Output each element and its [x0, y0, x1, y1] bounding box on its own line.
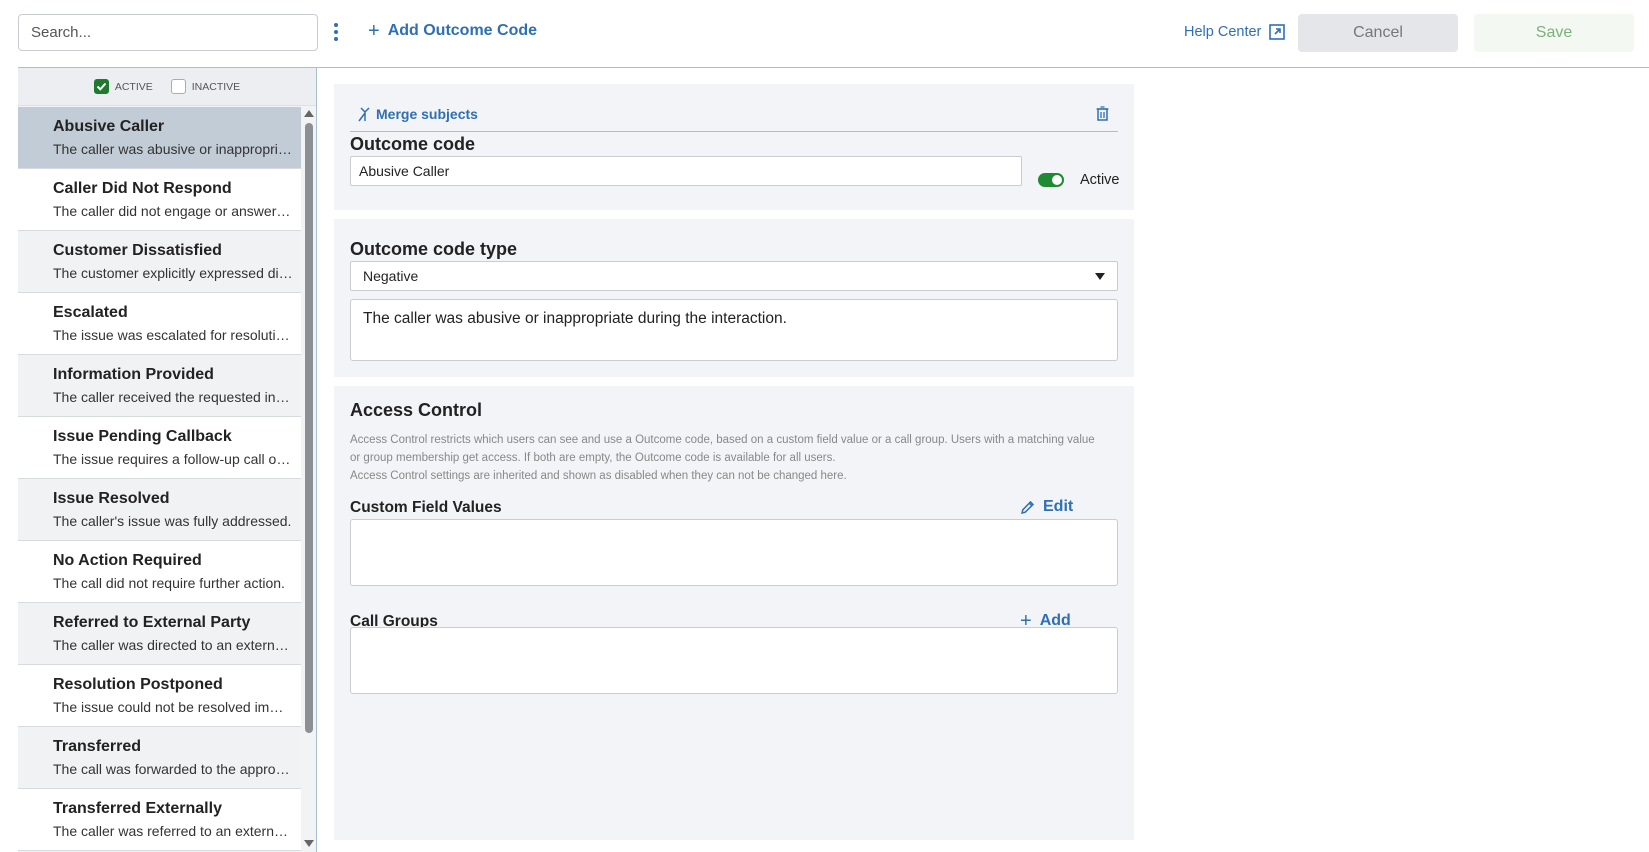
scroll-up-arrow-icon[interactable] [304, 110, 314, 117]
list-item[interactable]: Caller Did Not Respond The caller did not… [18, 169, 301, 231]
merge-icon [358, 107, 370, 122]
dropdown-caret-icon [1095, 272, 1105, 280]
list-item-title: Information Provided [53, 366, 214, 383]
list-item-description: The issue was escalated for resolution. [53, 327, 293, 343]
list-item[interactable]: No Action Required The call did not requi… [18, 541, 301, 603]
list-item-title: Caller Did Not Respond [53, 180, 232, 197]
call-groups-box[interactable] [350, 627, 1118, 694]
list-item-description: The caller did not engage or answer the … [53, 203, 293, 219]
edit-label: Edit [1043, 498, 1074, 515]
access-control-title: Access Control [350, 400, 483, 420]
scroll-down-arrow-icon[interactable] [304, 840, 314, 847]
list-item-description: The call did not require further action. [53, 575, 285, 591]
access-control-panel: Access Control Access Control restricts … [334, 386, 1134, 840]
list-scrollbar[interactable] [303, 107, 315, 852]
cancel-button[interactable]: Cancel [1298, 14, 1458, 52]
list-item-title: Issue Pending Callback [53, 428, 232, 445]
inactive-filter-label: INACTIVE [191, 80, 241, 93]
description-textarea[interactable]: The caller was abusive or inappropriate … [350, 299, 1118, 361]
external-link-icon [1269, 24, 1286, 40]
help-center-link[interactable]: Help Center [1184, 24, 1286, 40]
list-item-description: The caller was referred to an external c… [53, 823, 293, 839]
trash-icon[interactable] [1096, 106, 1109, 121]
plus-icon: + [368, 20, 380, 42]
list-item-title: No Action Required [53, 552, 202, 569]
active-toggle-label: Active [1080, 172, 1120, 188]
outcome-code-sidebar: ACTIVE INACTIVE Abusive Caller The caller… [18, 68, 317, 852]
list-item-description: The call was forwarded to the appropriat… [53, 761, 293, 777]
save-button[interactable]: Save [1474, 14, 1634, 52]
access-desc-line-2: or group membership get access. If both … [350, 452, 836, 464]
list-item[interactable]: Issue Pending Callback The issue requires… [18, 417, 301, 479]
edit-custom-fields-button[interactable]: Edit [1020, 498, 1073, 516]
outcome-type-select[interactable]: Negative [350, 261, 1118, 291]
search-input[interactable] [18, 14, 318, 51]
top-toolbar: + Add Outcome Code Help Center Cancel Sa… [0, 0, 1649, 66]
active-checkbox[interactable] [93, 79, 109, 94]
outcome-code-input[interactable]: Abusive Caller [350, 156, 1022, 186]
list-item[interactable]: Issue Resolved The caller's issue was ful… [18, 479, 301, 541]
list-item-title: Escalated [53, 304, 128, 321]
custom-field-values-box[interactable] [350, 519, 1118, 586]
outcome-type-panel: Outcome code type Negative The caller wa… [334, 219, 1134, 377]
list-item-description: The caller received the requested inform… [53, 389, 293, 405]
list-item[interactable]: Resolution Postponed The issue could not … [18, 665, 301, 727]
list-item-title: Customer Dissatisfied [53, 242, 222, 259]
list-item[interactable]: Transferred The call was forwarded to the… [18, 727, 301, 789]
list-item-title: Resolution Postponed [53, 676, 223, 693]
list-item[interactable]: Information Provided The caller received … [18, 355, 301, 417]
list-item-description: The customer explicitly expressed dissat… [53, 265, 293, 281]
list-item-description: The caller was directed to an external p… [53, 637, 293, 653]
filter-inactive[interactable]: INACTIVE [170, 79, 241, 94]
add-outcome-code-button[interactable]: + Add Outcome Code [368, 20, 538, 42]
active-filter-label: ACTIVE [114, 80, 153, 93]
panel-divider [350, 131, 1118, 132]
access-desc-line-1: Access Control restricts which users can… [350, 434, 1095, 446]
list-item[interactable]: Abusive Caller The caller was abusive or … [18, 107, 301, 169]
list-item-title: Issue Resolved [53, 490, 170, 507]
list-item-title: Transferred [53, 738, 142, 755]
check-icon [96, 82, 107, 91]
active-toggle[interactable] [1038, 173, 1064, 187]
list-item-title: Abusive Caller [53, 118, 165, 135]
inactive-checkbox[interactable] [170, 79, 186, 94]
list-item-title: Referred to External Party [53, 614, 251, 631]
list-item[interactable]: Escalated The issue was escalated for res… [18, 293, 301, 355]
list-item-description: The issue requires a follow-up call or a… [53, 451, 293, 467]
outcome-code-panel: Merge subjects Outcome code Abusive Call… [334, 84, 1134, 210]
pencil-icon [1020, 500, 1035, 514]
custom-field-values-label: Custom Field Values [350, 499, 502, 516]
list-item[interactable]: Customer Dissatisfied The customer explic… [18, 231, 301, 293]
status-filters: ACTIVE INACTIVE [18, 68, 316, 106]
more-options-icon[interactable] [330, 20, 342, 46]
list-item-description: The issue could not be resolved immediat… [53, 699, 293, 715]
scroll-thumb[interactable] [305, 123, 313, 733]
outcome-type-label: Outcome code type [350, 239, 518, 259]
list-item-title: Transferred Externally [53, 800, 222, 817]
add-outcome-code-label: Add Outcome Code [387, 22, 538, 39]
access-control-description: Access Control restricts which users can… [350, 431, 1120, 485]
list-item-description: The caller was abusive or inappropriate … [53, 141, 293, 157]
list-item[interactable]: Referred to External Party The caller was… [18, 603, 301, 665]
merge-subjects-button[interactable]: Merge subjects [358, 106, 478, 122]
help-center-label: Help Center [1184, 24, 1262, 40]
outcome-code-list: Abusive Caller The caller was abusive or … [18, 107, 301, 852]
merge-subjects-label: Merge subjects [376, 106, 478, 122]
outcome-type-value: Negative [363, 268, 419, 284]
outcome-code-label: Outcome code [350, 134, 476, 154]
access-desc-line-3: Access Control settings are inherited an… [350, 470, 847, 482]
list-item[interactable]: Transferred Externally The caller was ref… [18, 789, 301, 851]
list-item-description: The caller's issue was fully addressed. [53, 513, 292, 529]
filter-active[interactable]: ACTIVE [93, 79, 153, 94]
